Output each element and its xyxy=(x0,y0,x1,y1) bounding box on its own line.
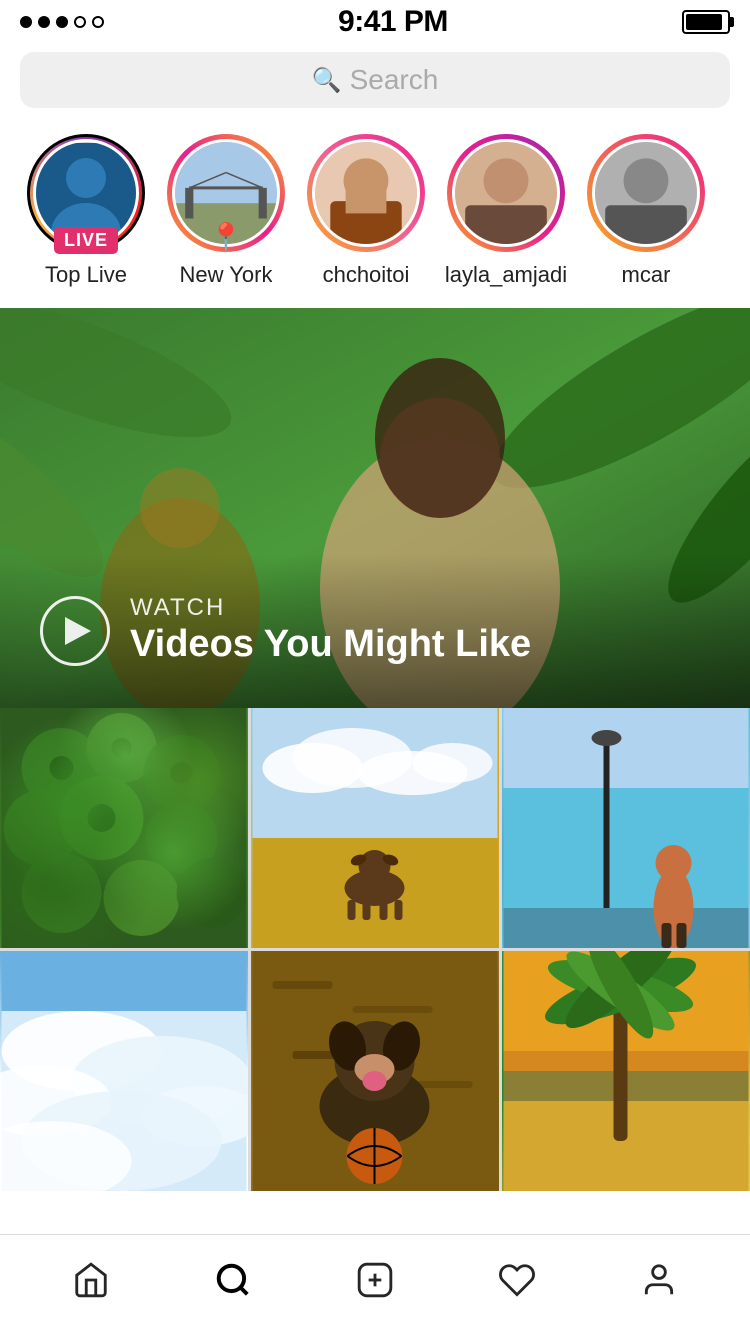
nav-activity[interactable] xyxy=(477,1245,557,1315)
user-icon xyxy=(640,1261,678,1299)
watch-cta[interactable]: WATCH Videos You Might Like xyxy=(40,594,710,668)
signal-dot-2 xyxy=(38,16,50,28)
search-bar[interactable]: 🔍 Search xyxy=(20,52,730,108)
story-ring-layla xyxy=(447,134,565,252)
watch-title: Videos You Might Like xyxy=(130,622,531,668)
stories-row: LIVE Top Live xyxy=(0,124,750,308)
grid-cell-5[interactable] xyxy=(251,951,499,1191)
nav-add[interactable] xyxy=(335,1245,415,1315)
status-bar: 9:41 PM xyxy=(0,0,750,44)
grid-section xyxy=(0,708,750,1191)
search-nav-icon xyxy=(214,1261,252,1299)
nav-profile[interactable] xyxy=(619,1245,699,1315)
signal-dots xyxy=(20,16,104,28)
live-badge: LIVE xyxy=(54,227,118,254)
grid-cell-6[interactable] xyxy=(502,951,750,1191)
watch-label: WATCH xyxy=(130,594,531,622)
story-avatar-mcar xyxy=(592,139,700,247)
watch-overlay: WATCH Videos You Might Like xyxy=(0,554,750,708)
grid-cell-1[interactable] xyxy=(0,708,248,948)
story-item-top-live[interactable]: LIVE Top Live xyxy=(16,134,156,288)
heart-icon xyxy=(498,1261,536,1299)
grid-cell-2[interactable] xyxy=(251,708,499,948)
search-icon: 🔍 xyxy=(312,66,342,95)
story-avatar-wrap-layla xyxy=(447,134,565,252)
nav-search[interactable] xyxy=(193,1245,273,1315)
story-label-top-live: Top Live xyxy=(45,262,127,288)
story-label-mcar: mcar xyxy=(622,262,671,288)
story-ring-mcar xyxy=(587,134,705,252)
story-item-chchoitoi[interactable]: chchoitoi xyxy=(296,134,436,288)
story-ring-chchoitoi xyxy=(307,134,425,252)
signal-dot-4 xyxy=(74,16,86,28)
story-item-mcar[interactable]: mcar xyxy=(576,134,716,288)
signal-dot-5 xyxy=(92,16,104,28)
story-avatar-wrap-chchoitoi xyxy=(307,134,425,252)
watch-section[interactable]: WATCH Videos You Might Like xyxy=(0,308,750,708)
story-label-new-york: New York xyxy=(180,262,273,288)
story-avatar-layla xyxy=(452,139,560,247)
story-avatar-wrap-mcar xyxy=(587,134,705,252)
add-icon xyxy=(356,1261,394,1299)
story-item-new-york[interactable]: 📍 New York xyxy=(156,134,296,288)
battery-icon xyxy=(682,10,730,34)
battery-fill xyxy=(686,14,722,30)
home-icon xyxy=(72,1261,110,1299)
signal-dot-1 xyxy=(20,16,32,28)
watch-text: WATCH Videos You Might Like xyxy=(130,594,531,668)
story-avatar-wrap-top-live: LIVE xyxy=(27,134,145,252)
search-bar-container: 🔍 Search xyxy=(0,44,750,124)
grid-cell-3[interactable] xyxy=(502,708,750,948)
signal-dot-3 xyxy=(56,16,68,28)
story-avatar-chchoitoi xyxy=(312,139,420,247)
status-time: 9:41 PM xyxy=(338,5,448,39)
play-icon xyxy=(65,617,91,645)
bottom-nav xyxy=(0,1234,750,1334)
story-avatar-wrap-new-york: 📍 xyxy=(167,134,285,252)
nav-home[interactable] xyxy=(51,1245,131,1315)
story-item-layla-amjadi[interactable]: layla_amjadi xyxy=(436,134,576,288)
grid-cell-4[interactable] xyxy=(0,951,248,1191)
location-badge: 📍 xyxy=(209,221,244,254)
play-button[interactable] xyxy=(40,596,110,666)
search-placeholder: Search xyxy=(350,64,439,96)
story-label-chchoitoi: chchoitoi xyxy=(323,262,410,288)
story-label-layla: layla_amjadi xyxy=(445,262,567,288)
